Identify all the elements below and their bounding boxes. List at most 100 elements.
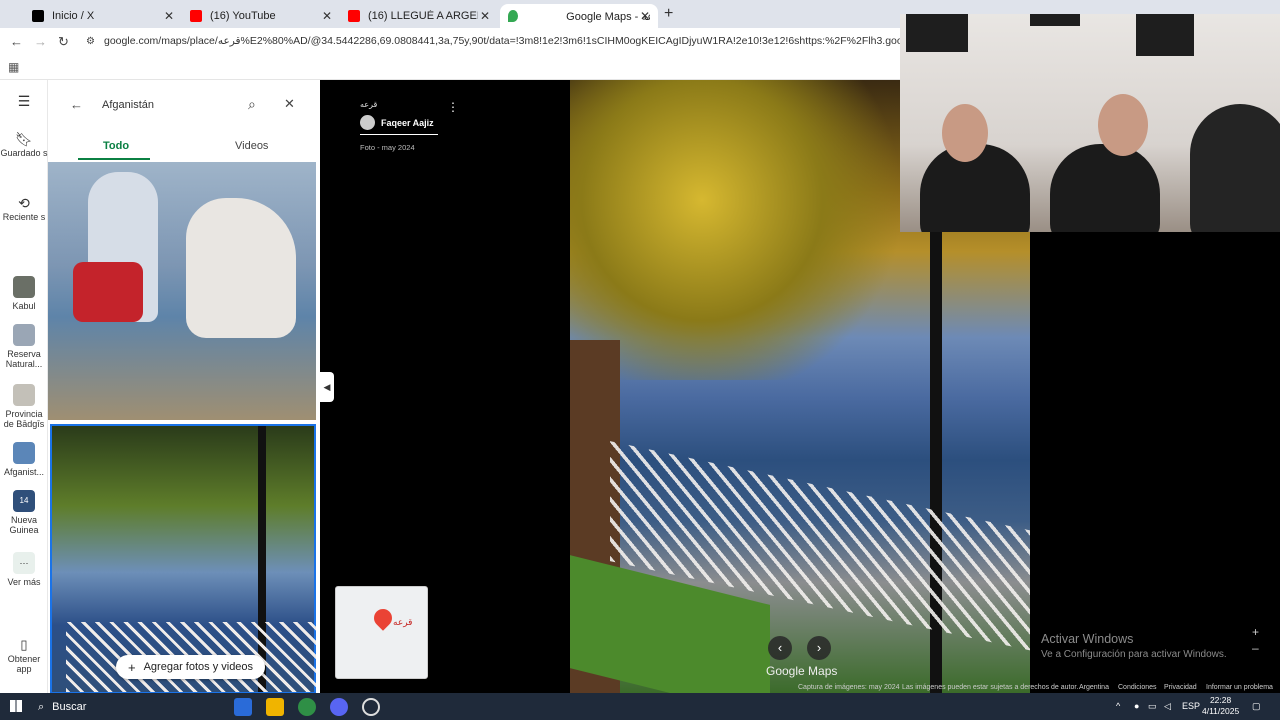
place-name: قرعه [360, 100, 378, 109]
wall-poster [1136, 14, 1194, 56]
search-input[interactable]: Afganistán [102, 99, 154, 111]
taskbar-clock[interactable]: 22:28 4/11/2025 [1202, 695, 1239, 717]
zoom-controls: + – [1252, 624, 1259, 656]
more-icon: ⋯ [13, 552, 35, 574]
file-explorer-icon[interactable] [266, 698, 284, 716]
foliage-shape [570, 80, 900, 380]
avatar [360, 115, 375, 130]
rail-item-kabul[interactable]: Kabul [0, 276, 48, 311]
chrome-icon[interactable] [298, 698, 316, 716]
divider [360, 134, 438, 135]
menu-icon[interactable]: ☰ [0, 94, 48, 108]
add-photos-button[interactable]: + Agregar fotos y videos [116, 655, 266, 679]
maps-pin-icon [508, 10, 519, 22]
tab-all[interactable]: Todo [103, 140, 129, 152]
get-app-button[interactable]: ▯ Obtener app [0, 638, 48, 674]
apps-grid-icon[interactable]: ▦ [8, 60, 19, 74]
tab-x[interactable]: Inicio / X ✕ [24, 4, 182, 28]
rail-item-reserva[interactable]: Reserva Natural... [0, 324, 48, 369]
author-name[interactable]: Faqeer Aajiz [381, 118, 434, 128]
rail-item-nueva-guinea[interactable]: 14 Nueva Guinea [0, 490, 48, 535]
site-info-icon[interactable]: ⚙ [86, 36, 95, 47]
rail-label: Obtener app [7, 654, 41, 674]
more-button[interactable]: ⋯ Ver más [0, 552, 48, 587]
recent-button[interactable]: ⟲ Reciente s [0, 195, 48, 222]
tab-youtube-video[interactable]: (16) LLEGUÉ A ARGENTINA... ✕ [340, 4, 498, 28]
active-tab-indicator [78, 158, 150, 160]
footer-report-link[interactable]: Informar un problema [1206, 684, 1273, 691]
forward-icon[interactable]: → [34, 34, 47, 49]
rail-item-badgis[interactable]: Provincia de Bādgīs [0, 384, 48, 429]
rail-item-afganistan[interactable]: Afganist... [0, 442, 48, 477]
taskbar-search-label: Buscar [52, 701, 87, 713]
maps-footer: Captura de imágenes: may 2024 Las imágen… [570, 684, 1280, 693]
footer-privacy-link[interactable]: Privacidad [1164, 684, 1197, 691]
rail-label: Reserva Natural... [5, 349, 43, 369]
collapse-panel-button[interactable]: ◀ [320, 372, 334, 402]
tab-label: (16) LLEGUÉ A ARGENTINA... [368, 10, 478, 22]
close-icon[interactable]: ✕ [322, 9, 332, 23]
new-tab-icon[interactable]: + [664, 5, 673, 23]
tab-youtube[interactable]: (16) YouTube ✕ [182, 4, 340, 28]
rail-label: Nueva Guinea [9, 515, 39, 535]
search-icon[interactable]: ⌕ [248, 96, 256, 113]
reload-icon[interactable]: ↻ [58, 34, 69, 50]
discord-icon[interactable] [330, 698, 348, 716]
network-icon[interactable]: ▭ [1148, 701, 1157, 712]
close-icon[interactable]: ✕ [480, 9, 490, 23]
obs-icon[interactable] [362, 698, 380, 716]
microphone-icon[interactable]: ● [1134, 701, 1139, 711]
tab-google-maps[interactable]: Google Maps - قرعه ✕ [500, 4, 658, 28]
tab-label: Inicio / X [52, 10, 95, 22]
rail-label: Afganist... [3, 467, 45, 477]
back-icon[interactable]: ← [10, 34, 23, 49]
minimap-label: قرعه [393, 617, 413, 627]
activate-subtitle: Ve a Configuración para activar Windows. [1041, 649, 1227, 660]
zoom-in-icon[interactable]: + [1252, 624, 1259, 640]
clock-date: 4/11/2025 [1202, 706, 1240, 716]
clear-icon[interactable]: ✕ [284, 96, 295, 112]
more-options-icon[interactable]: ⋮ [447, 100, 459, 114]
close-icon[interactable]: ✕ [640, 9, 650, 23]
copilot-icon[interactable] [234, 698, 252, 716]
youtube-icon [348, 10, 360, 22]
youtube-icon [190, 10, 202, 22]
close-icon[interactable]: ✕ [164, 9, 174, 23]
wall-poster [906, 14, 968, 52]
tab-videos[interactable]: Videos [235, 140, 268, 152]
tray-chevron-icon[interactable]: ^ [1116, 701, 1120, 711]
photo-thumbnail-selected[interactable] [50, 424, 316, 693]
zoom-out-icon[interactable]: – [1252, 640, 1259, 656]
url-field[interactable]: google.com/maps/place/قرعه%E2%80%AD/@34.… [104, 35, 900, 47]
saddle-shape [73, 262, 143, 322]
viewer-background [1030, 232, 1280, 693]
wall-poster [1030, 14, 1080, 26]
next-photo-button[interactable]: › [807, 636, 831, 660]
saved-button[interactable]: 🔖︎ Guardado s [0, 132, 48, 158]
webcam-overlay [900, 14, 1280, 232]
footer-terms-link[interactable]: Condiciones [1118, 684, 1157, 691]
google-maps-logo: Google Maps [766, 664, 838, 678]
taskbar-search[interactable]: ⌕ Buscar [38, 698, 222, 716]
back-arrow-icon[interactable]: ← [70, 97, 83, 112]
author-row[interactable]: Faqeer Aajiz [360, 115, 438, 130]
search-box[interactable]: ← Afganistán ⌕ ✕ [60, 90, 310, 120]
previous-photo-button[interactable]: ‹ [768, 636, 792, 660]
windows-start-icon[interactable] [10, 700, 22, 712]
clock-time: 22:28 [1209, 695, 1232, 705]
photo-author-block: قرعه Faqeer Aajiz [360, 100, 438, 135]
footer-country[interactable]: Argentina [1079, 684, 1109, 691]
search-icon: ⌕ [38, 700, 45, 713]
language-indicator[interactable]: ESP [1182, 701, 1200, 711]
gaming-chair-shape [1190, 104, 1280, 232]
history-icon: ⟲ [18, 195, 30, 211]
minimap[interactable]: قرعه [335, 586, 428, 679]
place-thumbnail [13, 324, 35, 346]
notifications-icon[interactable]: ▢ [1252, 701, 1261, 712]
capture-date: Captura de imágenes: may 2024 [798, 684, 900, 691]
volume-icon[interactable]: ◁ [1164, 701, 1171, 712]
rail-label: Guardado s [0, 148, 48, 158]
photo-thumbnail[interactable] [48, 162, 316, 420]
tab-label: Google Maps - قرعه [566, 10, 650, 23]
place-thumbnail [13, 276, 35, 298]
